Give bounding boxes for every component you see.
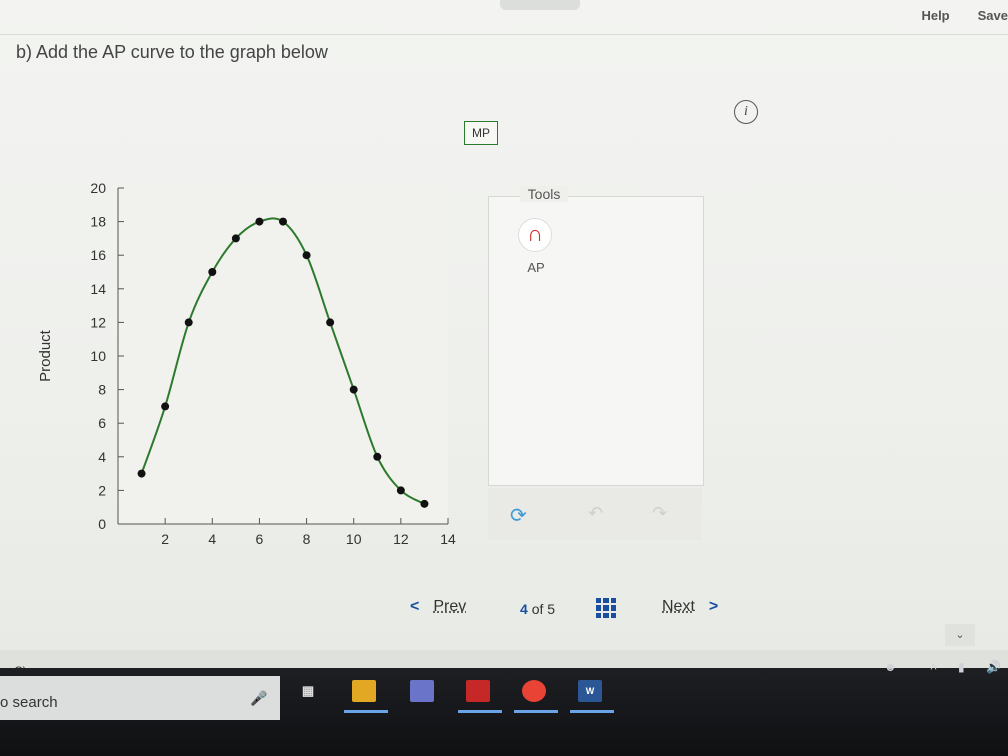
taskbar-search-text: o search <box>0 694 58 711</box>
chevron-left-icon: < <box>410 598 420 615</box>
microphone-icon[interactable]: 🎤 <box>250 690 267 707</box>
data-point <box>420 499 429 508</box>
question-text: b) Add the AP curve to the graph below <box>16 42 328 62</box>
y-tick-label: 0 <box>98 516 106 532</box>
ap-curve-tool-icon[interactable]: ∩ <box>518 218 552 252</box>
data-point <box>373 452 382 461</box>
undo-icon[interactable]: ↶ <box>588 503 603 524</box>
chevron-down-icon[interactable]: ⌄ <box>945 624 975 646</box>
data-point <box>255 217 264 226</box>
header-divider <box>0 34 1008 35</box>
top-toolbar: Help Save <box>921 8 1008 23</box>
y-tick-label: 16 <box>90 247 106 263</box>
prev-button[interactable]: < Prev <box>410 598 466 616</box>
help-link[interactable]: Help <box>921 8 949 23</box>
prev-label: Prev <box>433 598 467 615</box>
plot-area <box>118 188 448 524</box>
pdf-active-bar <box>458 710 502 713</box>
tools-title: Tools <box>520 186 568 202</box>
pdf-icon[interactable] <box>466 680 490 702</box>
people-icon[interactable]: ☻ <box>884 660 897 674</box>
speaker-icon[interactable]: 🔊 <box>986 660 1001 674</box>
chevron-right-icon: > <box>708 598 719 615</box>
x-tick-label: 8 <box>303 531 311 547</box>
y-tick-label: 14 <box>90 281 106 297</box>
y-tick-label: 2 <box>98 482 106 498</box>
top-tab <box>500 0 580 10</box>
screen-bezel <box>0 650 1008 670</box>
x-tick-label: 12 <box>393 531 409 547</box>
save-link[interactable]: Save <box>978 8 1008 23</box>
y-tick-label: 18 <box>90 214 106 230</box>
next-label: Next <box>662 598 695 615</box>
data-point <box>231 234 240 243</box>
data-point <box>137 469 146 478</box>
question-grid-icon[interactable] <box>596 598 616 618</box>
file-explorer-icon[interactable] <box>352 680 376 702</box>
redo-icon[interactable]: ↷ <box>652 503 667 524</box>
x-tick-label: 10 <box>346 531 362 547</box>
x-tick-label: 6 <box>256 531 264 547</box>
y-tick-label: 10 <box>90 348 106 364</box>
task-view-icon[interactable]: ▦ <box>296 680 320 702</box>
page-current: 4 <box>520 601 528 617</box>
data-point <box>184 318 193 327</box>
y-tick-label: 6 <box>98 415 106 431</box>
battery-icon[interactable]: ▮ <box>958 660 965 674</box>
app-icon[interactable] <box>410 680 434 702</box>
data-point <box>161 402 170 411</box>
data-point <box>396 486 405 495</box>
data-point <box>326 318 335 327</box>
y-tick-label: 4 <box>98 449 106 465</box>
data-point <box>208 268 217 276</box>
data-point <box>279 217 287 226</box>
page-of: of <box>531 601 544 617</box>
chrome-active-bar <box>514 710 558 713</box>
chrome-icon[interactable] <box>522 680 546 702</box>
x-tick-label: 2 <box>161 531 169 547</box>
data-point <box>349 385 358 394</box>
explorer-active-bar <box>344 710 388 713</box>
reset-icon[interactable]: ⟳ <box>510 503 527 528</box>
next-button[interactable]: Next > <box>662 598 718 616</box>
page-total: 5 <box>547 601 556 617</box>
page-counter: 4 of 5 <box>520 601 555 617</box>
x-tick-label: 4 <box>208 531 216 547</box>
y-tick-label: 20 <box>90 180 106 196</box>
info-icon[interactable]: i <box>734 100 758 124</box>
word-icon[interactable]: W <box>578 680 602 702</box>
word-active-bar <box>570 710 614 713</box>
x-tick-label: 14 <box>440 531 456 547</box>
data-point <box>302 251 311 260</box>
product-chart[interactable]: 0 2 4 6 8 10 12 14 16 18 20 2 4 6 8 10 12 14 Product <box>30 170 460 550</box>
y-axis-label: Product <box>37 329 54 382</box>
ap-tool-label: AP <box>527 260 545 275</box>
mp-curve-label[interactable]: MP <box>464 121 498 145</box>
chevron-up-icon[interactable]: ˄ <box>930 660 937 674</box>
y-tick-label: 12 <box>90 314 106 330</box>
y-tick-label: 8 <box>98 382 106 398</box>
